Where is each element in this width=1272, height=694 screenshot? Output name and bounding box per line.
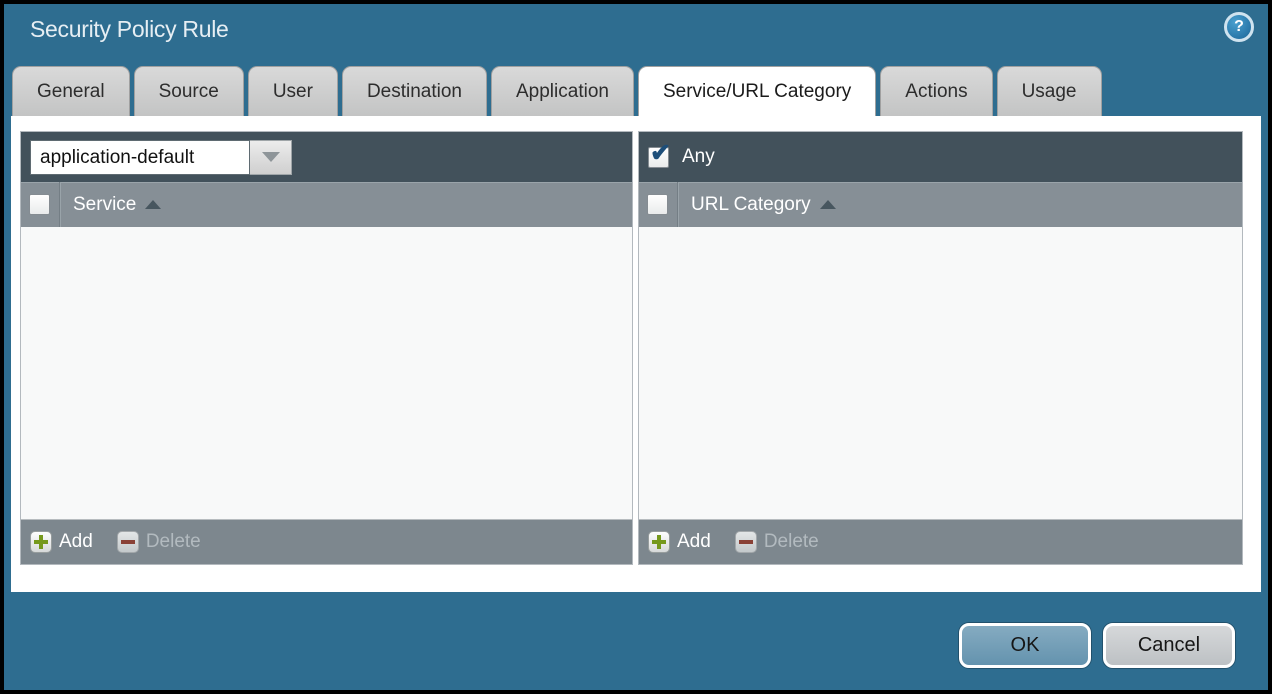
screen: Security Policy Rule ? General Source Us…	[0, 0, 1272, 694]
security-policy-rule-dialog: Security Policy Rule ? General Source Us…	[4, 4, 1268, 690]
help-icon[interactable]: ?	[1224, 12, 1254, 42]
minus-icon	[735, 531, 757, 553]
service-type-dropdown-button[interactable]	[250, 140, 292, 175]
service-table-body[interactable]	[21, 227, 632, 519]
url-category-delete-button: Delete	[735, 531, 819, 553]
tab-usage[interactable]: Usage	[997, 66, 1102, 116]
add-button-label: Add	[677, 531, 711, 553]
ok-button[interactable]: OK	[959, 623, 1091, 668]
plus-icon	[30, 531, 52, 553]
any-checkbox-label[interactable]: Any	[682, 146, 715, 168]
dialog-title: Security Policy Rule	[30, 16, 229, 43]
url-category-table-body[interactable]	[639, 227, 1242, 519]
url-category-table-header: URL Category	[639, 182, 1242, 227]
select-all-url-categories-checkbox[interactable]	[647, 194, 668, 215]
checkmark-icon: ✔	[650, 138, 671, 168]
tab-user[interactable]: User	[248, 66, 338, 116]
service-type-dropdown[interactable]: application-default	[30, 140, 292, 175]
service-add-button[interactable]: Add	[30, 531, 93, 553]
chevron-down-icon	[262, 152, 280, 162]
column-divider	[677, 182, 678, 227]
service-panel-topbar: application-default	[21, 132, 632, 182]
url-category-panel-topbar: ✔ Any	[639, 132, 1242, 182]
tab-content: application-default Service	[11, 116, 1261, 592]
url-category-column-header[interactable]: URL Category	[691, 194, 811, 216]
tab-service-url-category[interactable]: Service/URL Category	[638, 66, 876, 116]
url-category-add-button[interactable]: Add	[648, 531, 711, 553]
tab-source[interactable]: Source	[134, 66, 244, 116]
tab-application[interactable]: Application	[491, 66, 634, 116]
tab-actions[interactable]: Actions	[880, 66, 992, 116]
sort-ascending-icon[interactable]	[145, 200, 161, 209]
tab-destination[interactable]: Destination	[342, 66, 487, 116]
url-category-panel-footer: Add Delete	[639, 519, 1242, 564]
url-category-panel: ✔ Any URL Category Add	[638, 131, 1243, 565]
cancel-button[interactable]: Cancel	[1103, 623, 1235, 668]
sort-ascending-icon[interactable]	[820, 200, 836, 209]
column-divider	[59, 182, 60, 227]
service-delete-button: Delete	[117, 531, 201, 553]
delete-button-label: Delete	[764, 531, 819, 553]
tab-bar: General Source User Destination Applicat…	[12, 66, 1102, 116]
select-all-services-checkbox[interactable]	[29, 194, 50, 215]
service-column-header[interactable]: Service	[73, 194, 136, 216]
plus-icon	[648, 531, 670, 553]
delete-button-label: Delete	[146, 531, 201, 553]
service-type-dropdown-value[interactable]: application-default	[30, 140, 250, 175]
minus-icon	[117, 531, 139, 553]
service-table-header: Service	[21, 182, 632, 227]
service-panel: application-default Service	[20, 131, 633, 565]
service-panel-footer: Add Delete	[21, 519, 632, 564]
add-button-label: Add	[59, 531, 93, 553]
tab-general[interactable]: General	[12, 66, 130, 116]
any-checkbox[interactable]: ✔	[648, 147, 669, 168]
